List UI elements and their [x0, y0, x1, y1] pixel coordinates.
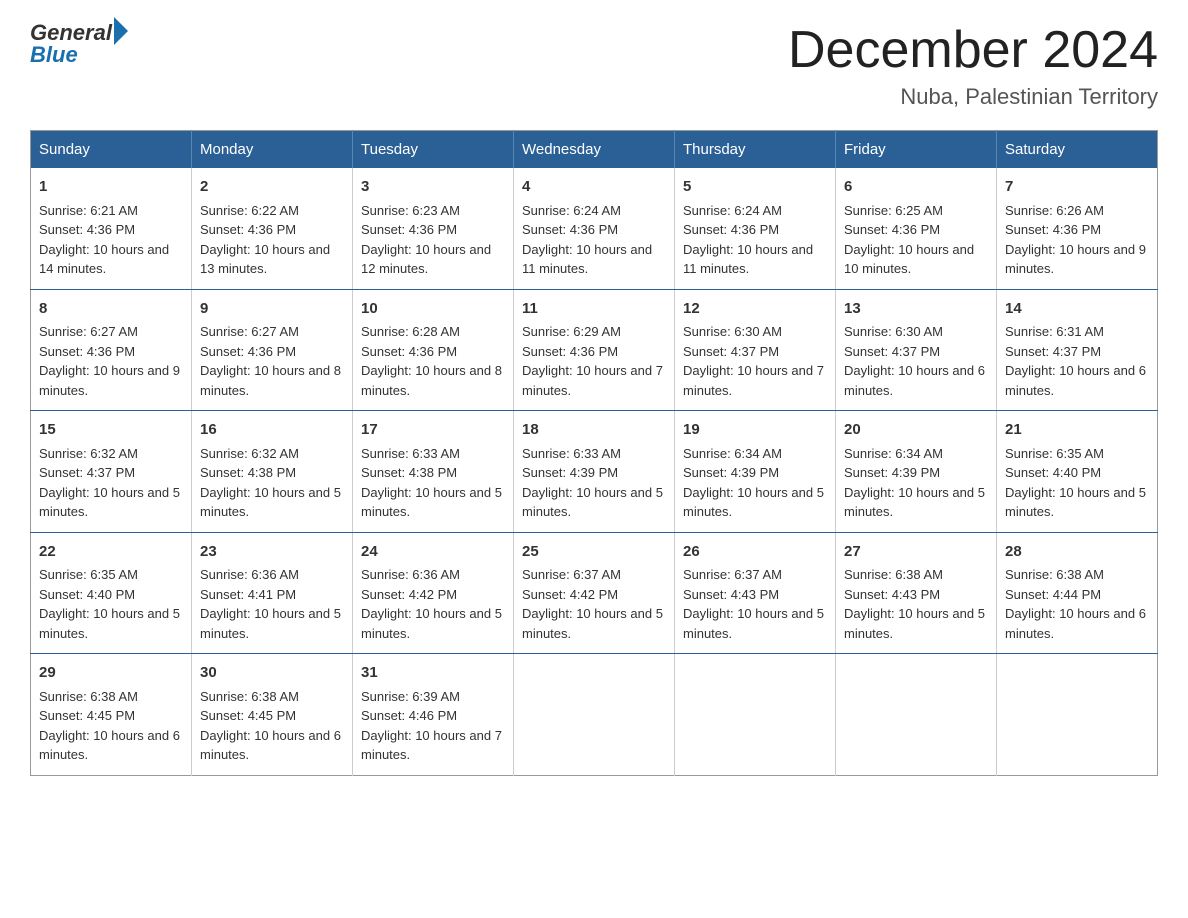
- day-number: 13: [844, 298, 988, 321]
- month-title: December 2024: [788, 20, 1158, 80]
- weekday-header-sunday: Sunday: [31, 131, 192, 169]
- calendar-cell: 26Sunrise: 6:37 AMSunset: 4:43 PMDayligh…: [675, 532, 836, 654]
- day-number: 16: [200, 419, 344, 442]
- day-number: 31: [361, 662, 505, 685]
- day-number: 20: [844, 419, 988, 442]
- calendar-cell: 21Sunrise: 6:35 AMSunset: 4:40 PMDayligh…: [997, 411, 1158, 533]
- day-number: 21: [1005, 419, 1149, 442]
- day-number: 19: [683, 419, 827, 442]
- day-number: 5: [683, 176, 827, 199]
- day-number: 1: [39, 176, 183, 199]
- week-row-1: 1Sunrise: 6:21 AMSunset: 4:36 PMDaylight…: [31, 168, 1158, 289]
- week-row-4: 22Sunrise: 6:35 AMSunset: 4:40 PMDayligh…: [31, 532, 1158, 654]
- calendar-cell: 31Sunrise: 6:39 AMSunset: 4:46 PMDayligh…: [353, 654, 514, 776]
- calendar-cell: [514, 654, 675, 776]
- calendar-cell: 12Sunrise: 6:30 AMSunset: 4:37 PMDayligh…: [675, 289, 836, 411]
- calendar-cell: 23Sunrise: 6:36 AMSunset: 4:41 PMDayligh…: [192, 532, 353, 654]
- weekday-header-thursday: Thursday: [675, 131, 836, 169]
- day-number: 11: [522, 298, 666, 321]
- title-block: December 2024 Nuba, Palestinian Territor…: [788, 20, 1158, 110]
- logo: General Blue: [30, 20, 128, 68]
- day-number: 30: [200, 662, 344, 685]
- day-number: 8: [39, 298, 183, 321]
- day-number: 14: [1005, 298, 1149, 321]
- week-row-3: 15Sunrise: 6:32 AMSunset: 4:37 PMDayligh…: [31, 411, 1158, 533]
- calendar-cell: 8Sunrise: 6:27 AMSunset: 4:36 PMDaylight…: [31, 289, 192, 411]
- day-number: 6: [844, 176, 988, 199]
- calendar-cell: 19Sunrise: 6:34 AMSunset: 4:39 PMDayligh…: [675, 411, 836, 533]
- day-number: 17: [361, 419, 505, 442]
- calendar-table: SundayMondayTuesdayWednesdayThursdayFrid…: [30, 130, 1158, 776]
- day-number: 12: [683, 298, 827, 321]
- day-number: 10: [361, 298, 505, 321]
- weekday-header-wednesday: Wednesday: [514, 131, 675, 169]
- calendar-cell: 25Sunrise: 6:37 AMSunset: 4:42 PMDayligh…: [514, 532, 675, 654]
- day-number: 15: [39, 419, 183, 442]
- day-number: 26: [683, 541, 827, 564]
- calendar-cell: 20Sunrise: 6:34 AMSunset: 4:39 PMDayligh…: [836, 411, 997, 533]
- calendar-cell: 18Sunrise: 6:33 AMSunset: 4:39 PMDayligh…: [514, 411, 675, 533]
- calendar-cell: 28Sunrise: 6:38 AMSunset: 4:44 PMDayligh…: [997, 532, 1158, 654]
- day-number: 4: [522, 176, 666, 199]
- calendar-cell: 4Sunrise: 6:24 AMSunset: 4:36 PMDaylight…: [514, 168, 675, 289]
- day-number: 18: [522, 419, 666, 442]
- weekday-header-monday: Monday: [192, 131, 353, 169]
- day-number: 22: [39, 541, 183, 564]
- calendar-cell: 30Sunrise: 6:38 AMSunset: 4:45 PMDayligh…: [192, 654, 353, 776]
- weekday-header-row: SundayMondayTuesdayWednesdayThursdayFrid…: [31, 131, 1158, 169]
- calendar-cell: 1Sunrise: 6:21 AMSunset: 4:36 PMDaylight…: [31, 168, 192, 289]
- calendar-cell: 9Sunrise: 6:27 AMSunset: 4:36 PMDaylight…: [192, 289, 353, 411]
- day-number: 3: [361, 176, 505, 199]
- calendar-cell: 13Sunrise: 6:30 AMSunset: 4:37 PMDayligh…: [836, 289, 997, 411]
- weekday-header-saturday: Saturday: [997, 131, 1158, 169]
- calendar-cell: 7Sunrise: 6:26 AMSunset: 4:36 PMDaylight…: [997, 168, 1158, 289]
- calendar-cell: 29Sunrise: 6:38 AMSunset: 4:45 PMDayligh…: [31, 654, 192, 776]
- calendar-cell: 3Sunrise: 6:23 AMSunset: 4:36 PMDaylight…: [353, 168, 514, 289]
- day-number: 9: [200, 298, 344, 321]
- calendar-cell: 14Sunrise: 6:31 AMSunset: 4:37 PMDayligh…: [997, 289, 1158, 411]
- calendar-cell: 24Sunrise: 6:36 AMSunset: 4:42 PMDayligh…: [353, 532, 514, 654]
- logo-arrow-icon: [114, 17, 128, 45]
- day-number: 2: [200, 176, 344, 199]
- calendar-cell: [997, 654, 1158, 776]
- calendar-cell: 2Sunrise: 6:22 AMSunset: 4:36 PMDaylight…: [192, 168, 353, 289]
- calendar-cell: 5Sunrise: 6:24 AMSunset: 4:36 PMDaylight…: [675, 168, 836, 289]
- page-header: General Blue December 2024 Nuba, Palesti…: [30, 20, 1158, 110]
- week-row-2: 8Sunrise: 6:27 AMSunset: 4:36 PMDaylight…: [31, 289, 1158, 411]
- day-number: 24: [361, 541, 505, 564]
- weekday-header-tuesday: Tuesday: [353, 131, 514, 169]
- calendar-cell: 6Sunrise: 6:25 AMSunset: 4:36 PMDaylight…: [836, 168, 997, 289]
- weekday-header-friday: Friday: [836, 131, 997, 169]
- calendar-cell: 16Sunrise: 6:32 AMSunset: 4:38 PMDayligh…: [192, 411, 353, 533]
- calendar-cell: 27Sunrise: 6:38 AMSunset: 4:43 PMDayligh…: [836, 532, 997, 654]
- day-number: 23: [200, 541, 344, 564]
- day-number: 27: [844, 541, 988, 564]
- calendar-cell: 22Sunrise: 6:35 AMSunset: 4:40 PMDayligh…: [31, 532, 192, 654]
- calendar-cell: [675, 654, 836, 776]
- day-number: 29: [39, 662, 183, 685]
- calendar-cell: 15Sunrise: 6:32 AMSunset: 4:37 PMDayligh…: [31, 411, 192, 533]
- day-number: 7: [1005, 176, 1149, 199]
- calendar-cell: 17Sunrise: 6:33 AMSunset: 4:38 PMDayligh…: [353, 411, 514, 533]
- logo-blue-text: Blue: [30, 42, 78, 68]
- day-number: 25: [522, 541, 666, 564]
- day-number: 28: [1005, 541, 1149, 564]
- location-title: Nuba, Palestinian Territory: [788, 84, 1158, 110]
- week-row-5: 29Sunrise: 6:38 AMSunset: 4:45 PMDayligh…: [31, 654, 1158, 776]
- calendar-cell: 10Sunrise: 6:28 AMSunset: 4:36 PMDayligh…: [353, 289, 514, 411]
- calendar-cell: 11Sunrise: 6:29 AMSunset: 4:36 PMDayligh…: [514, 289, 675, 411]
- calendar-cell: [836, 654, 997, 776]
